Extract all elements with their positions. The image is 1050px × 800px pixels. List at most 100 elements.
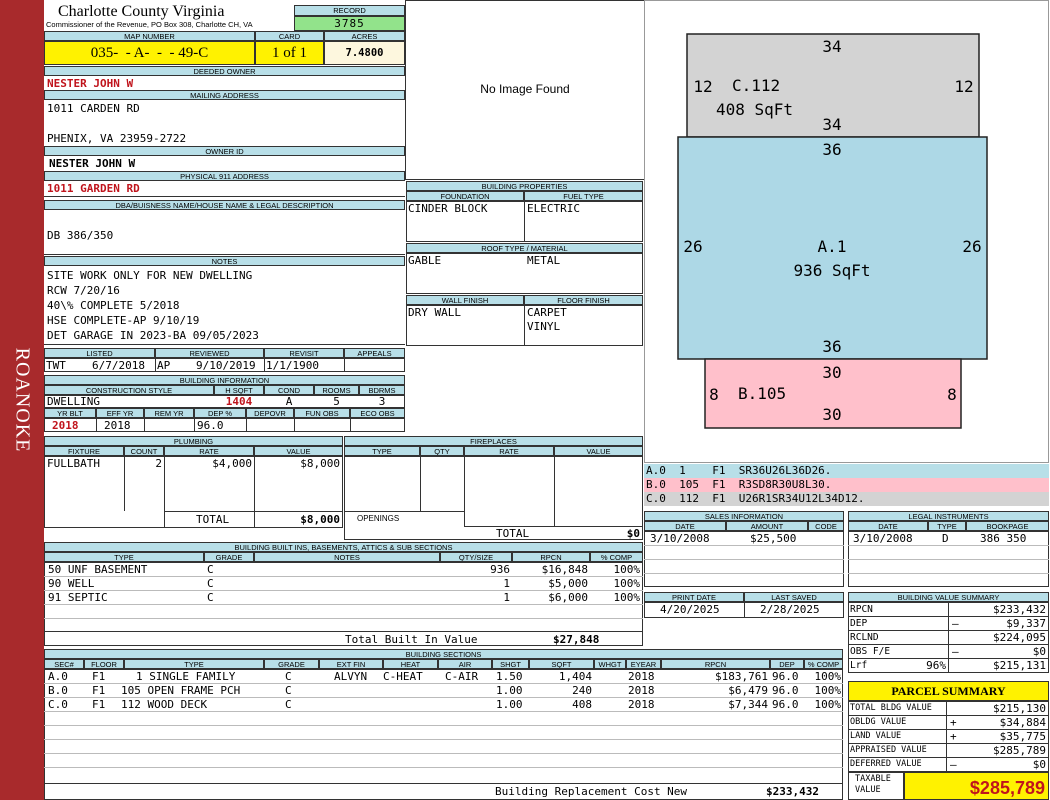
taxable-label-box: TAXABLE VALUE <box>848 772 904 800</box>
vs-label: OBS F/E <box>850 646 891 657</box>
sketch-dim: 12 <box>693 77 712 96</box>
card-value: 1 of 1 <box>272 45 307 61</box>
sidebar-label: ROANOKE <box>11 347 34 453</box>
legal-date-header: DATE <box>848 521 928 531</box>
last-saved: 2/28/2025 <box>760 603 820 616</box>
sketch-dim: 30 <box>822 363 841 382</box>
foundation-value: CINDER BLOCK <box>408 202 488 215</box>
sketch-label: C.112 <box>732 76 780 95</box>
sketch-dim: 34 <box>822 115 841 134</box>
divider <box>524 305 525 346</box>
divider <box>44 753 843 754</box>
dep-value: 96.0 <box>772 684 799 697</box>
vs-label: DEP <box>850 618 868 629</box>
vs-value: $215,131 <box>993 659 1046 672</box>
heat-value: C-HEAT <box>383 670 423 683</box>
parcel-label: LAND VALUE <box>850 731 902 741</box>
card-header: CARD <box>255 31 324 41</box>
divider <box>44 725 843 726</box>
parcel-value: $34,884 <box>999 716 1046 729</box>
comp-value: 100% <box>814 698 842 711</box>
bi-qty: 936 <box>490 563 510 576</box>
value-header: VALUE <box>254 446 343 456</box>
sales-amount: $25,500 <box>750 532 797 545</box>
physical-address: 1011 GARDEN RD <box>47 182 140 195</box>
fp-type-header: TYPE <box>344 446 420 456</box>
divider <box>44 196 405 197</box>
fp-rate-header: RATE <box>464 446 554 456</box>
divider <box>524 201 525 242</box>
record-number: 3785 <box>334 17 365 30</box>
type-value: 105 OPEN FRAME PCH <box>121 684 241 697</box>
bi-rpcn: $6,000 <box>548 591 588 604</box>
wall-finish-header: WALL FINISH <box>406 295 524 305</box>
divider <box>44 739 843 740</box>
record-box: 3785 <box>294 16 405 31</box>
print-date: 4/20/2025 <box>660 603 720 616</box>
bi-qty-header: QTY/SIZE <box>440 552 512 562</box>
appeals-header: APPEALS <box>344 348 405 358</box>
divider <box>848 545 1049 546</box>
divider <box>96 418 97 432</box>
sections-total-label: Building Replacement Cost New <box>495 785 688 798</box>
rooms-value: 5 <box>333 395 340 408</box>
sqft-value: 408 <box>572 698 592 711</box>
rpcn-value: $6,479 <box>728 684 768 697</box>
bi-rpcn: $16,848 <box>541 563 588 576</box>
sales-amount-header: AMOUNT <box>726 521 808 531</box>
ecoobs-header: ECO OBS <box>350 408 405 418</box>
sketch-label: B.105 <box>738 384 786 403</box>
grade-value: C <box>285 698 292 711</box>
effyr-value: 2018 <box>104 419 131 432</box>
divider <box>44 783 843 784</box>
taxable-value-box: $285,789 <box>904 772 1049 800</box>
builtins-header: BUILDING BUILT INS, BASEMENTS, ATTICS & … <box>44 542 643 552</box>
divider <box>420 456 421 511</box>
fuel-header: FUEL TYPE <box>524 191 643 201</box>
parcel-label: DEFERRED VALUE <box>850 759 922 769</box>
bi-type: 50 UNF BASEMENT <box>48 563 148 576</box>
notes-header: NOTES <box>44 256 405 266</box>
county-title: Charlotte County Virginia <box>58 3 225 20</box>
sidebar-band: ROANOKE <box>0 0 44 800</box>
cond-header: COND <box>264 385 314 395</box>
air-header: AIR <box>438 659 492 669</box>
sales-date-header: DATE <box>644 521 726 531</box>
divider <box>44 618 643 619</box>
parcel-value: $215,130 <box>993 702 1046 715</box>
sketch-sqft: 408 SqFt <box>716 100 793 119</box>
plumbing-header: PLUMBING <box>44 436 343 446</box>
acres-value: 7.4800 <box>345 47 384 59</box>
plumbing-total-label: TOTAL <box>196 513 230 526</box>
fireplaces-total-label: TOTAL <box>496 527 530 540</box>
floor-value: F1 <box>92 684 106 697</box>
sec-value: B.0 <box>48 684 68 697</box>
mailing-address-header: MAILING ADDRESS <box>44 90 405 100</box>
type-header: TYPE <box>124 659 264 669</box>
fp-qty-header: QTY <box>420 446 464 456</box>
hsqft-header: H SQFT <box>214 385 264 395</box>
rpcn-value: $183,761 <box>715 670 768 683</box>
yrblt-value: 2018 <box>52 419 79 432</box>
construction-style: DWELLING <box>47 395 100 408</box>
sketch-code: A.0 1 F1 SR36U26L36D26. <box>646 464 832 477</box>
floor-value: F1 <box>92 670 106 683</box>
floor-header: FLOOR <box>84 659 124 669</box>
floor-plan-sketch: 34 12 12 C.112 408 SqFt 34 36 26 26 A.1 … <box>677 33 988 429</box>
floor-value: F1 <box>92 698 106 711</box>
shgt-value: 1.00 <box>496 698 523 711</box>
building-properties-header: BUILDING PROPERTIES <box>406 181 643 191</box>
divider <box>144 418 145 432</box>
parcel-value: $35,775 <box>999 730 1046 743</box>
note-line: SITE WORK ONLY FOR NEW DWELLING <box>47 269 253 282</box>
plumbing-total: $8,000 <box>300 513 340 526</box>
rooms-header: ROOMS <box>314 385 359 395</box>
heat-header: HEAT <box>383 659 438 669</box>
count-value: 2 <box>155 457 162 470</box>
revisit-date: 1/1/1900 <box>266 359 319 372</box>
vs-value: $233,432 <box>993 603 1046 616</box>
whgt-header: WHGT <box>594 659 626 669</box>
bi-type-header: TYPE <box>44 552 204 562</box>
hsqft-value: 1404 <box>225 395 253 408</box>
value-value: $8,000 <box>300 457 340 470</box>
